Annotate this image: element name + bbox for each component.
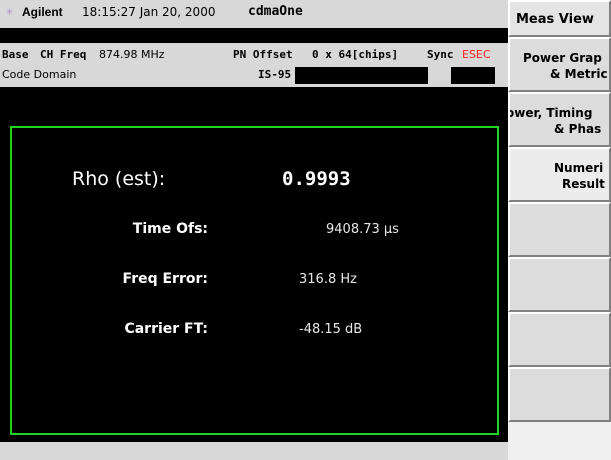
power-timing-line1: ower, Timing xyxy=(508,106,593,120)
softkey-5-blank[interactable] xyxy=(508,202,611,257)
power-timing-line2: & Phas xyxy=(554,122,602,136)
message-bar xyxy=(0,29,508,42)
annotation-bar xyxy=(0,88,508,118)
rho-label: Rho (est): xyxy=(72,168,166,190)
power-timing-phase-softkey[interactable]: ower, Timing & Phas xyxy=(508,92,611,147)
standard-field xyxy=(295,67,428,84)
freq-error-value: 316.8 Hz xyxy=(299,272,357,287)
title-bar: ✳ Agilent 18:15:27 Jan 20, 2000 cdmaOne xyxy=(0,0,508,29)
time-offset-label: Time Ofs: xyxy=(132,221,208,237)
sync-value: ESEC xyxy=(462,48,491,61)
softkey-menu-title: Meas View xyxy=(508,0,611,37)
code-domain-label: Code Domain xyxy=(2,68,77,81)
carrier-ft-label: Carrier FT: xyxy=(124,321,208,337)
ch-freq-label: CH Freq xyxy=(40,48,87,61)
base-label: Base xyxy=(2,48,29,61)
carrier-ft-value: -48.15 dB xyxy=(299,322,363,337)
brand-label: Agilent xyxy=(22,5,63,19)
softkey-menu-title-label: Meas View xyxy=(516,12,594,27)
starburst-icon: ✳ xyxy=(6,4,14,18)
numeric-results-window: Rho (est): 0.9993 Time Ofs: 9408.73 µs F… xyxy=(10,126,499,435)
softkey-panel-footer xyxy=(508,422,611,460)
numeric-results-line1: Numeri xyxy=(554,161,604,175)
numeric-results-line2: Result xyxy=(562,177,605,191)
pn-offset-label: PN Offset xyxy=(233,48,293,61)
sync-label: Sync xyxy=(427,48,454,61)
power-graph-line2: & Metric xyxy=(550,67,608,81)
standard-label: IS-95 xyxy=(258,68,292,81)
clock-readout: 18:15:27 Jan 20, 2000 xyxy=(82,5,216,19)
mode-label: cdmaOne xyxy=(248,4,303,19)
rho-value: 0.9993 xyxy=(282,168,351,190)
settings-info-panel: Base CH Freq 874.98 MHz PN Offset 0 x 64… xyxy=(0,43,508,87)
softkey-8-blank[interactable] xyxy=(508,367,611,422)
power-graph-line1: Power Grap xyxy=(523,51,602,65)
pn-offset-value: 0 x 64[chips] xyxy=(312,48,399,61)
ch-freq-value: 874.98 MHz xyxy=(99,48,165,61)
softkey-7-blank[interactable] xyxy=(508,312,611,367)
time-offset-value: 9408.73 µs xyxy=(326,222,399,237)
status-bar xyxy=(0,442,508,460)
softkey-panel: Meas View Power Grap & Metric ower, Timi… xyxy=(508,0,611,460)
power-graph-metrics-softkey[interactable]: Power Grap & Metric xyxy=(508,37,611,92)
freq-error-label: Freq Error: xyxy=(122,271,208,287)
softkey-6-blank[interactable] xyxy=(508,257,611,312)
sync-field xyxy=(451,67,495,84)
numeric-results-softkey[interactable]: Numeri Result xyxy=(508,147,611,202)
